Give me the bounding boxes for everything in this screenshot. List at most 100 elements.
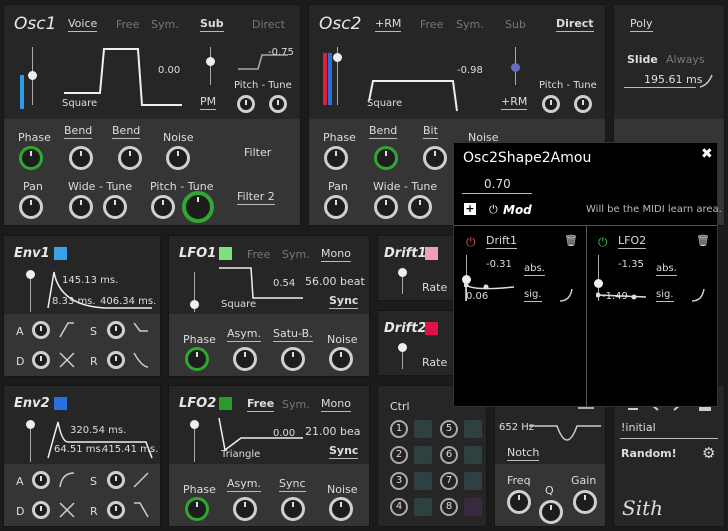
osc1-pm-button[interactable]: PM xyxy=(200,95,217,110)
env2-decay-curve-icon[interactable] xyxy=(58,501,76,519)
slot2-sig-button[interactable]: sig. xyxy=(656,289,674,302)
osc1-level-slider[interactable] xyxy=(28,47,37,105)
lfo1-asym-label[interactable]: Asym. xyxy=(227,327,261,342)
drift2-color-swatch[interactable] xyxy=(425,322,438,335)
env2-attack-curve-icon[interactable] xyxy=(58,471,76,489)
osc1-filter2-button[interactable]: Filter 2 xyxy=(237,190,275,205)
osc1-sym-button[interactable]: Sym. xyxy=(151,18,179,31)
osc1-phase-knob[interactable] xyxy=(19,146,43,170)
osc1-sub-slider[interactable] xyxy=(206,47,215,85)
osc1-sub-button[interactable]: Sub xyxy=(200,17,224,32)
osc1-bend1-knob[interactable] xyxy=(69,146,93,170)
osc1-free-button[interactable]: Free xyxy=(116,18,139,31)
lfo2-sync2-knob[interactable] xyxy=(281,497,305,521)
osc2-pan-knob[interactable] xyxy=(324,195,348,219)
slot2-abs-button[interactable]: abs. xyxy=(656,263,677,276)
ctrl-button-1[interactable] xyxy=(414,420,432,438)
osc1-bend2-knob[interactable] xyxy=(118,146,142,170)
slot1-curve-icon[interactable] xyxy=(558,287,574,303)
osc2-rm-button[interactable]: +RM xyxy=(375,17,402,32)
lfo1-phase-knob[interactable] xyxy=(185,347,209,371)
env1-release-curve-icon[interactable] xyxy=(132,351,150,369)
ctrl-knob-6[interactable]: 6 xyxy=(440,446,458,464)
lfo1-beat-value[interactable]: 56.00 beat xyxy=(305,275,365,288)
filter2-type-button[interactable]: Notch xyxy=(507,446,540,461)
ctrl-knob-1[interactable]: 1 xyxy=(390,420,408,438)
osc2-level-slider[interactable] xyxy=(333,47,342,105)
osc1-noise-knob[interactable] xyxy=(166,146,190,170)
popup-close-icon[interactable]: ✖ xyxy=(701,146,713,162)
osc1-tune-knob[interactable] xyxy=(269,95,287,113)
osc1-wide-knob[interactable] xyxy=(69,195,93,219)
slot1-source-name[interactable]: Drift1 xyxy=(486,234,518,249)
slot1-abs-button[interactable]: abs. xyxy=(524,263,545,276)
slide-time-value[interactable]: 195.61 ms xyxy=(644,73,702,86)
filter2-gain-knob[interactable] xyxy=(573,490,597,514)
ctrl-knob-7[interactable]: 7 xyxy=(440,472,458,490)
lfo1-satu-knob[interactable] xyxy=(281,347,305,371)
slot2-curve-icon[interactable] xyxy=(690,287,706,303)
env1-attack-knob[interactable] xyxy=(32,321,50,339)
env1-decay-knob[interactable] xyxy=(32,351,50,369)
osc2-pitch-knob[interactable] xyxy=(542,95,560,113)
osc2-wide-knob[interactable] xyxy=(374,195,398,219)
slot1-delete-icon[interactable]: 🗑 xyxy=(564,234,578,247)
osc2-sub-slider[interactable] xyxy=(511,47,520,85)
osc2-bit-knob[interactable] xyxy=(423,146,447,170)
osc1-direct-button[interactable]: Direct xyxy=(252,18,285,31)
osc2-bit-label[interactable]: Bit xyxy=(423,124,438,139)
osc2-tune-knob[interactable] xyxy=(574,95,592,113)
ctrl-button-5[interactable] xyxy=(464,420,482,438)
lfo1-sync-button[interactable]: Sync xyxy=(329,294,359,309)
env1-sustain-knob[interactable] xyxy=(107,321,125,339)
lfo2-mono-button[interactable]: Mono xyxy=(321,397,351,412)
env1-release-knob[interactable] xyxy=(107,351,125,369)
osc2-bend-label[interactable]: Bend xyxy=(369,124,398,139)
lfo2-color-swatch[interactable] xyxy=(219,397,232,410)
slide-button[interactable]: Slide xyxy=(627,53,658,66)
preset-name[interactable]: !initial xyxy=(621,421,656,434)
lfo2-level-slider[interactable] xyxy=(190,420,199,462)
env1-attack-curve-icon[interactable] xyxy=(58,321,76,339)
drift1-slider[interactable] xyxy=(398,268,407,294)
slot2-delete-icon[interactable]: 🗑 xyxy=(696,234,710,247)
ctrl-button-4[interactable] xyxy=(414,498,432,516)
lfo2-beat-value[interactable]: 21.00 bea xyxy=(305,425,360,438)
lfo2-noise-knob[interactable] xyxy=(329,497,353,521)
ctrl-knob-5[interactable]: 5 xyxy=(440,420,458,438)
env2-decay-knob[interactable] xyxy=(32,501,50,519)
env1-sustain-curve-icon[interactable] xyxy=(132,321,150,339)
env1-color-swatch[interactable] xyxy=(54,247,67,260)
slot1-power-icon[interactable]: ⏻ xyxy=(466,235,476,250)
osc1-voice-button[interactable]: Voice xyxy=(68,17,98,32)
env2-release-curve-icon[interactable] xyxy=(132,501,150,519)
osc2-bend-knob[interactable] xyxy=(374,146,398,170)
drift1-color-swatch[interactable] xyxy=(425,247,438,260)
osc2-sym-button[interactable]: Sym. xyxy=(456,18,484,31)
ctrl-knob-4[interactable]: 4 xyxy=(390,498,408,516)
ctrl-knob-2[interactable]: 2 xyxy=(390,446,408,464)
lfo1-asym-knob[interactable] xyxy=(233,347,257,371)
filter2-q-knob[interactable] xyxy=(539,500,563,524)
lfo1-color-swatch[interactable] xyxy=(219,247,232,260)
popup-scroll-indicator[interactable] xyxy=(578,407,594,409)
lfo2-asym-knob[interactable] xyxy=(233,497,257,521)
lfo2-phase-knob[interactable] xyxy=(185,497,209,521)
lfo1-satu-label[interactable]: Satu-B. xyxy=(273,327,313,342)
ctrl-button-7[interactable] xyxy=(464,472,482,490)
osc1-tune-knob2[interactable] xyxy=(103,195,127,219)
popup-add-icon[interactable]: + xyxy=(464,203,476,215)
lfo1-noise-knob[interactable] xyxy=(329,347,353,371)
env2-sustain-knob[interactable] xyxy=(107,471,125,489)
filter2-freq-knob[interactable] xyxy=(507,490,531,514)
ctrl-knob-3[interactable]: 3 xyxy=(390,472,408,490)
ctrl-button-2[interactable] xyxy=(414,446,432,464)
env2-sustain-slider[interactable] xyxy=(26,420,35,462)
drift2-slider[interactable] xyxy=(398,343,407,369)
osc1-pitch-knob[interactable] xyxy=(237,95,255,113)
lfo1-free-button[interactable]: Free xyxy=(247,248,270,261)
lfo2-sync-button[interactable]: Sync xyxy=(329,444,359,459)
osc1-bend1-label[interactable]: Bend xyxy=(64,124,93,139)
ctrl-button-8[interactable] xyxy=(464,498,482,516)
lfo2-sym-button[interactable]: Sym. xyxy=(282,398,310,411)
